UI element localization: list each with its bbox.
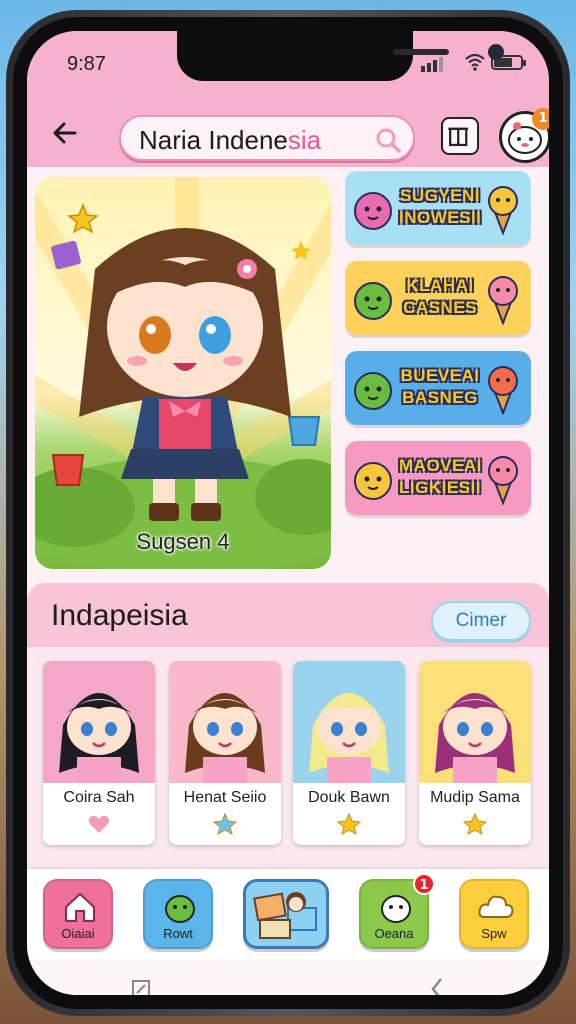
status-time: 9:87 bbox=[67, 53, 106, 75]
gift-box-button[interactable] bbox=[441, 117, 479, 155]
mascot-icon bbox=[354, 282, 392, 320]
tab-oeana[interactable]: Oeana 1 bbox=[359, 873, 435, 949]
mascot-icon bbox=[381, 895, 411, 923]
section-header: Indapeisia Cimer bbox=[27, 583, 549, 647]
more-button[interactable]: Cimer bbox=[431, 601, 531, 641]
character-photo-icon bbox=[253, 892, 317, 939]
tab-label: Spw bbox=[481, 926, 507, 941]
tab-badge: 1 bbox=[413, 873, 435, 895]
banner-list: SUGYENI INOWESII KLAHAI CASNES BUEVEAI B… bbox=[345, 171, 531, 531]
mascot-icon bbox=[354, 462, 392, 500]
gift-box-icon bbox=[448, 127, 469, 147]
character-card[interactable]: Henat Seiio bbox=[169, 661, 281, 845]
character-card[interactable]: Coira Sah bbox=[43, 661, 155, 845]
cloud-icon bbox=[478, 895, 514, 918]
character-name: Henat Seiio bbox=[183, 789, 267, 806]
search-value: Naria Indenesia bbox=[139, 125, 322, 155]
section-title: Indapeisia bbox=[51, 599, 188, 632]
back-arrow-icon[interactable] bbox=[49, 117, 81, 149]
bottom-tab-bar: Oiaiai Rowt Oeana 1 Spw bbox=[27, 867, 549, 959]
profile-avatar-button[interactable]: 1 bbox=[499, 108, 549, 163]
tab-rowt[interactable]: Rowt bbox=[143, 879, 213, 949]
mascot-icon bbox=[165, 895, 195, 923]
tab-label: Oiaiai bbox=[61, 926, 95, 941]
wifi-icon bbox=[465, 53, 485, 71]
home-icon bbox=[65, 892, 95, 922]
featured-character-label: Sugsen 4 bbox=[136, 529, 230, 554]
ice-cream-icon bbox=[488, 186, 518, 235]
banner-title: BUEVEAI BASNEG bbox=[400, 366, 480, 407]
star-icon bbox=[213, 813, 237, 835]
app-screen: 9:87 Naria Indenesia 1 Sugsen 4 SUGYENI … bbox=[27, 31, 549, 995]
ice-cream-icon bbox=[488, 456, 518, 505]
character-card[interactable]: Douk Bawn bbox=[293, 661, 405, 845]
star-icon bbox=[337, 813, 361, 835]
star-icon bbox=[463, 813, 487, 835]
notification-badge: 1 bbox=[532, 108, 549, 130]
system-nav-bar bbox=[27, 959, 549, 995]
ice-cream-icon bbox=[488, 276, 518, 325]
featured-character-card[interactable]: Sugsen 4 bbox=[35, 177, 331, 569]
earpiece bbox=[393, 49, 449, 55]
banner-card[interactable]: SUGYENI INOWESII bbox=[345, 171, 531, 245]
character-portrait bbox=[293, 661, 405, 783]
top-app-bar: Naria Indenesia 1 bbox=[27, 103, 549, 167]
character-portrait bbox=[169, 661, 281, 783]
search-input[interactable]: Naria Indenesia bbox=[119, 115, 415, 161]
recents-icon[interactable] bbox=[131, 979, 151, 995]
tab-oiaiai[interactable]: Oiaiai bbox=[43, 879, 113, 949]
banner-card[interactable]: BUEVEAI BASNEG bbox=[345, 351, 531, 425]
character-card[interactable]: Mudip Sama bbox=[419, 661, 531, 845]
mascot-icon bbox=[354, 372, 392, 410]
chibi-girl-illustration bbox=[35, 202, 331, 569]
search-icon[interactable] bbox=[375, 127, 401, 153]
banner-title: MAOVEAI LIGKIESII bbox=[399, 456, 482, 497]
character-portrait bbox=[419, 661, 531, 783]
character-portrait bbox=[43, 661, 155, 783]
tab-spw[interactable]: Spw bbox=[459, 879, 529, 949]
tab-label: Rowt bbox=[163, 926, 193, 941]
ice-cream-icon bbox=[488, 366, 518, 415]
mascot-icon bbox=[354, 192, 392, 230]
banner-card[interactable]: MAOVEAI LIGKIESII bbox=[345, 441, 531, 515]
banner-card[interactable]: KLAHAI CASNES bbox=[345, 261, 531, 335]
character-name: Coira Sah bbox=[63, 789, 135, 806]
front-camera bbox=[488, 44, 504, 60]
tab-gallery[interactable] bbox=[243, 879, 329, 949]
character-name: Mudip Sama bbox=[430, 789, 520, 806]
camera-notch bbox=[177, 31, 504, 81]
banner-title: KLAHAI CASNES bbox=[403, 276, 477, 317]
banner-title: SUGYENI INOWESII bbox=[399, 186, 482, 227]
tab-label: Oeana bbox=[374, 926, 414, 941]
heart-icon bbox=[88, 815, 110, 833]
character-name: Douk Bawn bbox=[308, 789, 390, 806]
character-list: Coira Sah Henat Seiio Douk Bawn Mudip Sa… bbox=[27, 647, 549, 867]
signal-icon bbox=[421, 57, 443, 72]
back-nav-icon[interactable] bbox=[429, 977, 445, 995]
phone-frame: 9:87 Naria Indenesia 1 Sugsen 4 SUGYENI … bbox=[6, 10, 570, 1016]
phone-bezel: 9:87 Naria Indenesia 1 Sugsen 4 SUGYENI … bbox=[13, 17, 563, 1009]
